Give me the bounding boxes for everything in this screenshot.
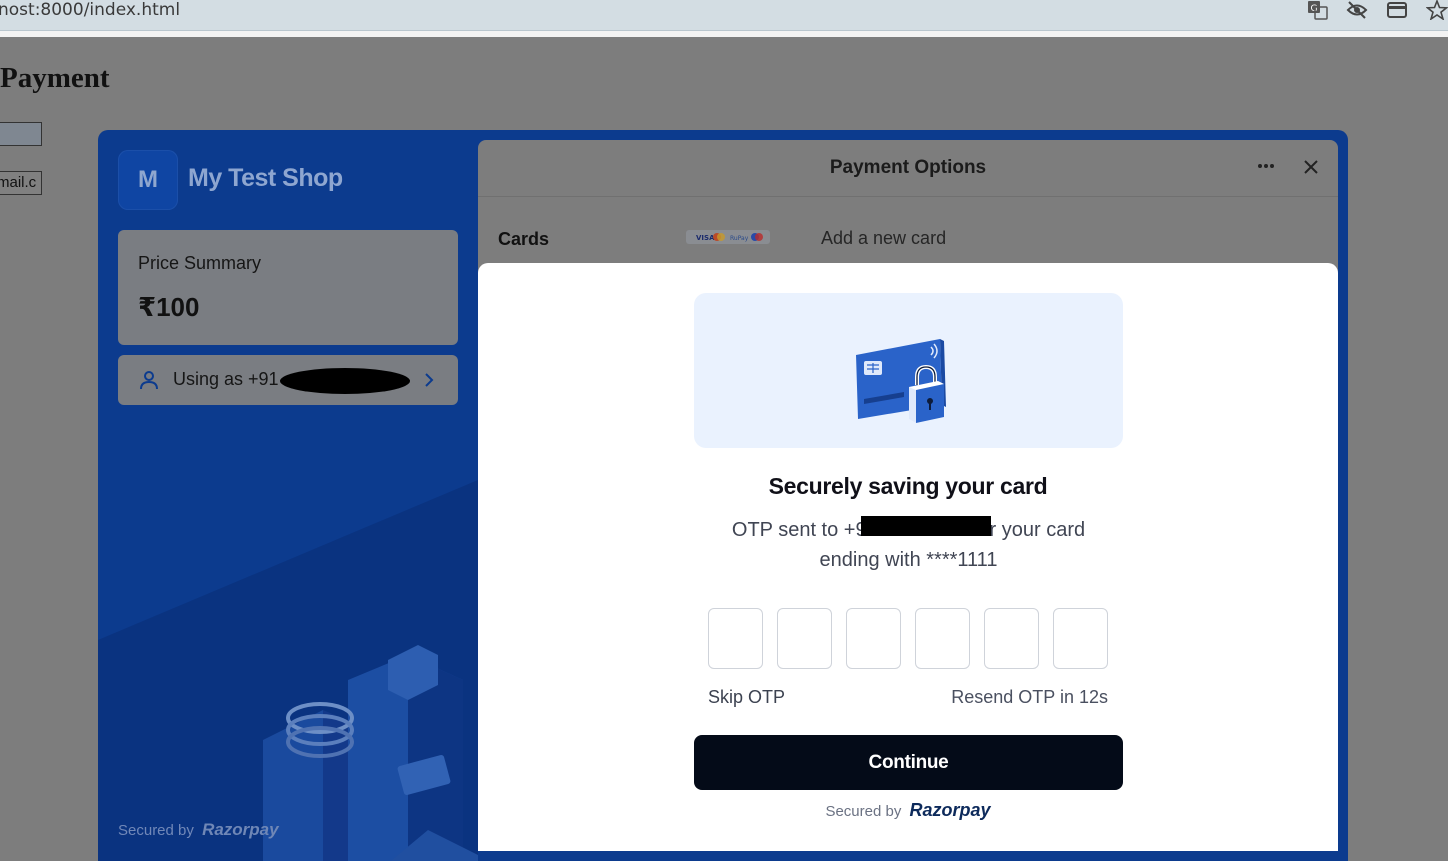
payment-options-panel: Payment Options Cards VISA RuPay Add a n… [478, 140, 1338, 851]
price-summary-label: Price Summary [138, 253, 262, 273]
continue-button[interactable]: Continue [694, 735, 1123, 790]
svg-text:RuPay: RuPay [730, 235, 749, 242]
card-network-icons: VISA RuPay [686, 230, 770, 244]
razorpay-logo: Razorpay [202, 820, 279, 839]
merchant-logo: M [118, 150, 178, 210]
browser-toolbar-icons: G [1306, 0, 1448, 20]
user-icon [140, 371, 158, 390]
save-card-otp-modal: Securely saving your card OTP sent to +9… [478, 263, 1338, 851]
secured-by-label: Secured by [825, 803, 902, 820]
payment-options-header: Payment Options [478, 140, 1338, 197]
payment-options-title: Payment Options [829, 157, 987, 178]
price-summary-card: Price Summary ₹100 [118, 230, 458, 345]
otp-input-group [708, 608, 1108, 669]
razorpay-checkout: M My Test Shop Price Summary ₹100 Using … [98, 130, 1348, 861]
price-amount: ₹100 [138, 292, 200, 322]
otp-digit-input[interactable] [984, 608, 1039, 669]
modal-footer: Secured by Razorpay [478, 800, 1338, 821]
buildings-illustration [98, 480, 478, 861]
close-icon[interactable] [1301, 157, 1321, 177]
secured-by-label: Secured by [118, 822, 194, 839]
page-title: Payment [0, 62, 110, 94]
skip-otp-button[interactable]: Skip OTP [708, 687, 785, 708]
chevron-right-icon [425, 373, 434, 387]
card-lock-illustration [694, 293, 1123, 448]
checkout-left-panel: M My Test Shop Price Summary ₹100 Using … [98, 130, 478, 861]
otp-digit-input[interactable] [1053, 608, 1108, 669]
amount-input[interactable] [0, 122, 42, 146]
otp-digit-input[interactable] [846, 608, 901, 669]
browser-divider [0, 31, 1448, 37]
user-phone-label: Using as +91 [173, 369, 279, 389]
resend-otp-timer: Resend OTP in 12s [951, 687, 1108, 707]
eye-off-icon[interactable] [1346, 0, 1368, 20]
modal-title: Securely saving your card [768, 473, 1048, 499]
otp-description-line2: ending with ****1111 [819, 549, 998, 571]
svg-text:VISA: VISA [696, 234, 715, 242]
star-icon[interactable] [1426, 0, 1448, 20]
user-contact-card[interactable]: Using as +91 [118, 355, 458, 405]
svg-text:G: G [1311, 4, 1318, 14]
razorpay-logo: Razorpay [909, 800, 991, 820]
cards-label: Cards [498, 229, 550, 249]
cards-method-row[interactable]: Cards VISA RuPay Add a new card [478, 196, 1338, 266]
redaction-mark [280, 368, 410, 394]
add-new-card-link[interactable]: Add a new card [821, 228, 946, 249]
card-icon[interactable] [1386, 0, 1408, 20]
more-options-icon[interactable] [1256, 156, 1276, 176]
redaction-mark [861, 516, 991, 536]
browser-address-bar: nost:8000/index.html G [0, 0, 1448, 31]
otp-digit-input[interactable] [777, 608, 832, 669]
merchant-name: My Test Shop [188, 164, 343, 192]
otp-digit-input[interactable] [708, 608, 763, 669]
otp-digit-input[interactable] [915, 608, 970, 669]
secure-card-icon [856, 339, 946, 423]
left-footer: Secured by Razorpay [118, 820, 279, 840]
translate-icon[interactable]: G [1306, 0, 1328, 20]
email-input[interactable]: mail.c [0, 171, 42, 195]
address-url[interactable]: nost:8000/index.html [0, 0, 180, 20]
